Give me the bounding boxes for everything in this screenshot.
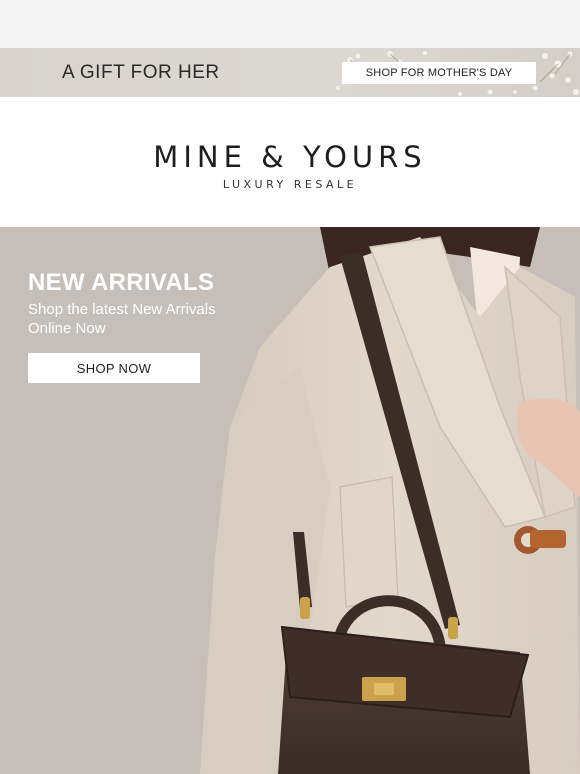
hero-banner[interactable]: NEW ARRIVALS Shop the latest New Arrival…: [0, 227, 580, 774]
brand-header: MINE & YOURS LUXURY RESALE: [0, 97, 580, 227]
hero-subtitle: Shop the latest New Arrivals Online Now: [28, 301, 216, 337]
top-spacer: [0, 0, 580, 48]
brand-tagline: LUXURY RESALE: [222, 178, 358, 191]
brand-logo[interactable]: MINE & YOURS: [0, 140, 580, 174]
hero-title: NEW ARRIVALS: [28, 269, 215, 296]
promo-title: A GIFT FOR HER: [62, 62, 220, 83]
shop-mothers-day-button[interactable]: SHOP FOR MOTHER'S DAY: [342, 62, 536, 84]
shop-now-button[interactable]: SHOP NOW: [28, 353, 200, 383]
